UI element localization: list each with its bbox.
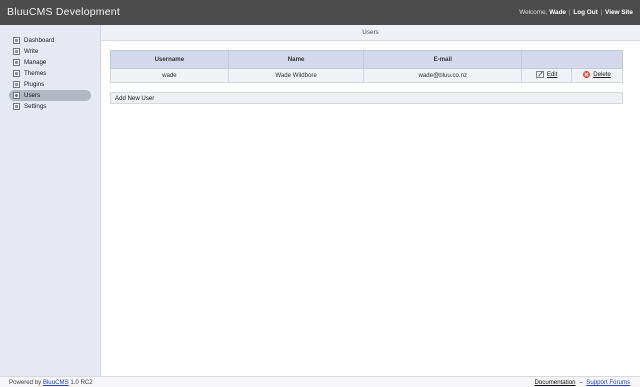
sidebar-item-label: Settings bbox=[24, 103, 47, 110]
version-label: 1.0 RC2 bbox=[70, 379, 93, 386]
sidebar-item-label: Manage bbox=[24, 59, 47, 66]
app-title: BluuCMS Development bbox=[7, 6, 120, 18]
sidebar-item-manage[interactable]: Manage bbox=[9, 57, 91, 68]
sidebar-item-settings[interactable]: Settings bbox=[9, 101, 91, 112]
delete-user-button[interactable]: Delete bbox=[583, 71, 611, 78]
delete-label: Delete bbox=[593, 71, 611, 78]
view-site-link[interactable]: View Site bbox=[605, 9, 633, 16]
table-row: wade Wade Wildbore wade@bluu.co.nz Edit … bbox=[110, 68, 623, 83]
column-header-email: E-mail bbox=[363, 50, 523, 69]
sidebar-item-plugins[interactable]: Plugins bbox=[9, 79, 91, 90]
sidebar-item-label: Plugins bbox=[24, 81, 45, 88]
powered-prefix: Powered by bbox=[9, 379, 42, 386]
documentation-link[interactable]: Documentation bbox=[535, 379, 576, 386]
separator: | bbox=[568, 9, 571, 16]
add-new-user-button[interactable]: Add New User bbox=[110, 92, 623, 104]
sidebar-item-dashboard[interactable]: Dashboard bbox=[9, 35, 91, 46]
write-icon bbox=[13, 48, 20, 55]
sidebar-item-label: Themes bbox=[24, 70, 47, 77]
logout-link[interactable]: Log Out bbox=[573, 9, 598, 16]
section-title: Users bbox=[101, 25, 640, 41]
cell-delete: Delete bbox=[571, 68, 623, 83]
footer: Powered by BluuCMS 1.0 RC2 Documentation… bbox=[0, 376, 640, 387]
table-header-row: Username Name E-mail bbox=[110, 50, 623, 69]
sidebar-item-label: Users bbox=[24, 92, 41, 99]
cell-edit: Edit bbox=[521, 68, 573, 83]
sidebar-item-write[interactable]: Write bbox=[9, 46, 91, 57]
cell-email: wade@bluu.co.nz bbox=[363, 68, 523, 83]
dashboard-icon bbox=[13, 37, 20, 44]
users-table: Username Name E-mail wade Wade Wildbore … bbox=[110, 50, 623, 83]
footer-links: Documentation – Support Forums bbox=[535, 379, 631, 386]
edit-label: Edit bbox=[546, 71, 558, 78]
column-header-username: Username bbox=[110, 50, 229, 69]
main-content: Users Username Name E-mail wade Wade Wil… bbox=[101, 25, 640, 376]
edit-user-button[interactable]: Edit bbox=[535, 71, 558, 78]
separator: – bbox=[579, 379, 583, 386]
edit-icon bbox=[535, 71, 544, 78]
sidebar: Dashboard Write Manage Themes Plugins Us… bbox=[0, 25, 101, 376]
sidebar-item-label: Write bbox=[24, 48, 39, 55]
sidebar-item-themes[interactable]: Themes bbox=[9, 68, 91, 79]
column-header-actions bbox=[521, 50, 623, 69]
themes-icon bbox=[13, 70, 20, 77]
sidebar-item-label: Dashboard bbox=[24, 37, 55, 44]
username-label: Wade bbox=[549, 9, 567, 16]
sidebar-item-users[interactable]: Users bbox=[9, 90, 91, 101]
manage-icon bbox=[13, 59, 20, 66]
plugins-icon bbox=[13, 81, 20, 88]
user-menu: Welcome, Wade | Log Out | View Site bbox=[519, 9, 633, 16]
bluucms-link[interactable]: BluuCMS bbox=[43, 379, 69, 386]
top-bar: BluuCMS Development Welcome, Wade | Log … bbox=[0, 0, 640, 25]
column-header-name: Name bbox=[227, 50, 365, 69]
users-icon bbox=[13, 92, 20, 99]
welcome-text: Welcome, bbox=[519, 9, 548, 16]
support-forums-link[interactable]: Support Forums bbox=[586, 379, 630, 386]
sidebar-nav: Dashboard Write Manage Themes Plugins Us… bbox=[0, 25, 100, 112]
powered-by: Powered by BluuCMS 1.0 RC2 bbox=[9, 379, 93, 386]
separator: | bbox=[600, 9, 603, 16]
cell-username: wade bbox=[110, 68, 229, 83]
settings-icon bbox=[13, 103, 20, 110]
delete-icon bbox=[583, 71, 591, 78]
cell-name: Wade Wildbore bbox=[227, 68, 365, 83]
